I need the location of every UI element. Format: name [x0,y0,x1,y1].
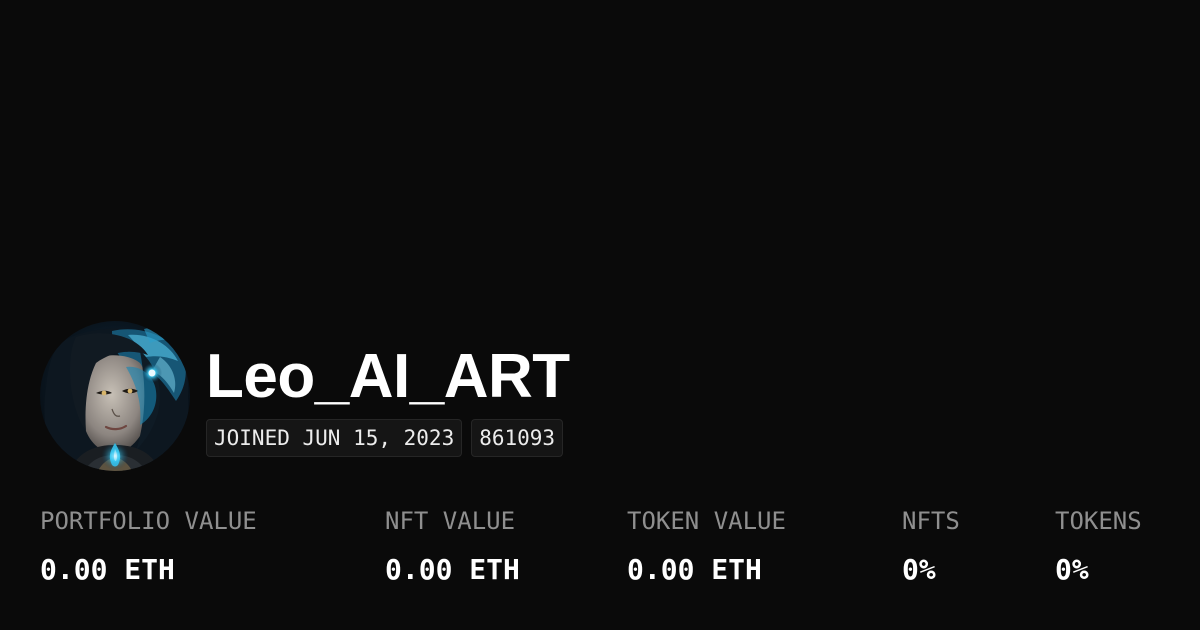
stat-label: TOKEN VALUE [627,507,786,535]
joined-date-badge: JOINED JUN 15, 2023 [206,419,463,457]
stat-label: NFT VALUE [385,507,516,535]
profile-badges: JOINED JUN 15, 2023 861093 [206,419,564,457]
stat-value: 0.00 ETH [385,553,520,586]
profile-id-badge: 861093 [471,419,564,457]
stat-token-value: TOKEN VALUE 0.00 ETH [627,504,786,587]
stat-value: 0.00 ETH [627,553,762,586]
stat-nft-value: NFT VALUE 0.00 ETH [385,504,520,587]
stat-value: 0% [1055,553,1089,586]
ai-portrait-image [40,321,190,471]
stat-value: 0% [902,553,936,586]
stat-nfts: NFTS 0% [902,504,960,587]
stat-label: TOKENS [1055,507,1142,535]
stat-portfolio-value: PORTFOLIO VALUE 0.00 ETH [40,504,257,587]
stat-value: 0.00 ETH [40,553,175,586]
stat-tokens: TOKENS 0% [1055,504,1142,587]
stat-label: PORTFOLIO VALUE [40,507,257,535]
username: Leo_AI_ART [206,342,570,411]
stat-label: NFTS [902,507,960,535]
avatar [40,321,190,471]
